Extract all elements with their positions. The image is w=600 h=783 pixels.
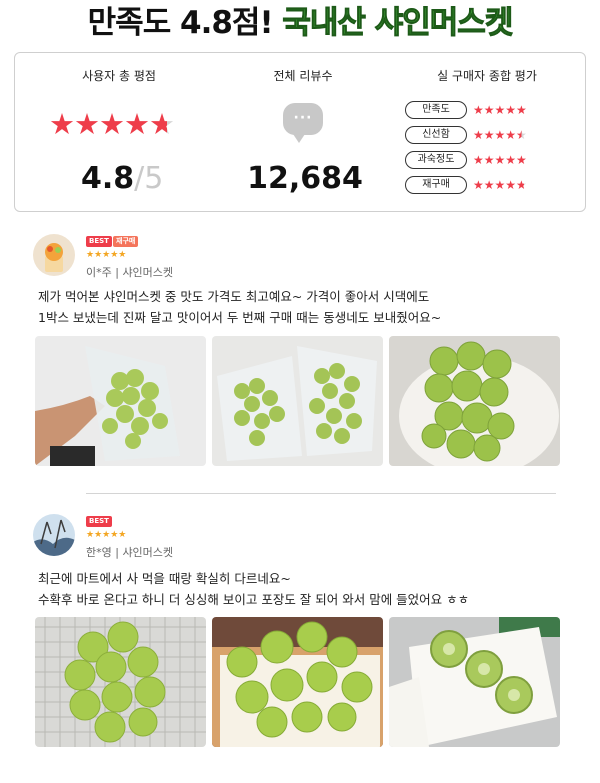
score-max: /5 [134,161,164,196]
review-photo[interactable] [212,617,383,747]
review-text-line: 1박스 보냈는데 진짜 달고 맛이어서 두 번째 구매 때는 동생네도 보내줬어… [38,310,442,325]
avatar [33,234,75,276]
rating-stars: ★★★★★ [473,177,527,192]
rating-stars: ★★★★★ [473,152,527,167]
header-product: 국내산 샤인머스켓 [282,5,514,42]
rating-row-ripeness: 과숙정도 ★★★★★ [405,149,527,169]
rating-row-freshness: 신선함 ★★★★★ [405,124,527,144]
review-text-line: 수확후 바로 온다고 하니 더 싱싱해 보이고 포장도 잘 되어 와서 맘에 들… [38,592,470,607]
total-score: 4.8/5 [81,161,163,196]
review-photo[interactable] [389,617,560,747]
chat-bubble-icon: ··· [283,103,323,143]
review-divider [86,493,556,494]
rating-row-repurchase: 재구매 ★★★★★ [405,174,527,194]
best-badge: BEST [86,236,112,247]
review-text-line: 최근에 마트에서 사 먹을 때랑 확실히 다르네요~ [38,571,291,586]
review-stars: ★★★★★ [86,250,127,260]
rating-label: 재구매 [405,175,467,194]
rating-label: 과숙정도 [405,150,467,169]
review-photo[interactable] [35,617,206,747]
review-photo[interactable] [35,336,206,466]
total-rating-title: 사용자 총 평점 [82,69,156,83]
total-rating-stars: ★★★★★ [49,107,175,141]
page-header: 만족도 4.8점! 국내산 샤인머스켓 [0,0,600,46]
rating-stars: ★★★★★ [473,127,527,142]
review-stars: ★★★★★ [86,530,127,540]
rating-row-satisfaction: 만족도 ★★★★★ [405,99,527,119]
review-photo[interactable] [389,336,560,466]
review-user: 이*주 | 샤인머스켓 [86,266,174,279]
rating-summary-box: 사용자 총 평점 전체 리뷰수 실 구매자 종합 평가 ★★★★★ 4.8/5 … [14,52,586,212]
best-badge: BEST [86,516,112,527]
review-user: 한*영 | 샤인머스켓 [86,546,174,559]
buyer-rating-title: 실 구매자 종합 평가 [437,69,537,83]
review-text-line: 제가 먹어본 샤인머스켓 중 맛도 가격도 최고예요~ 가격이 좋아서 시댁에도 [38,289,430,304]
rating-label: 만족도 [405,100,467,119]
review-text: 최근에 마트에서 사 먹을 때랑 확실히 다르네요~ 수확후 바로 온다고 하니… [38,568,469,610]
review-text: 제가 먹어본 샤인머스켓 중 맛도 가격도 최고예요~ 가격이 좋아서 시댁에도… [38,286,441,328]
repurchase-badge: 재구매 [113,236,139,247]
avatar [33,514,75,556]
header-satisfaction: 만족도 4.8점! [87,5,274,41]
score-value: 4.8 [81,161,135,196]
review-count: 12,684 [247,161,363,196]
total-reviews-title: 전체 리뷰수 [273,69,333,83]
review-photo[interactable] [212,336,383,466]
rating-stars: ★★★★★ [473,102,527,117]
rating-label: 신선함 [405,125,467,144]
